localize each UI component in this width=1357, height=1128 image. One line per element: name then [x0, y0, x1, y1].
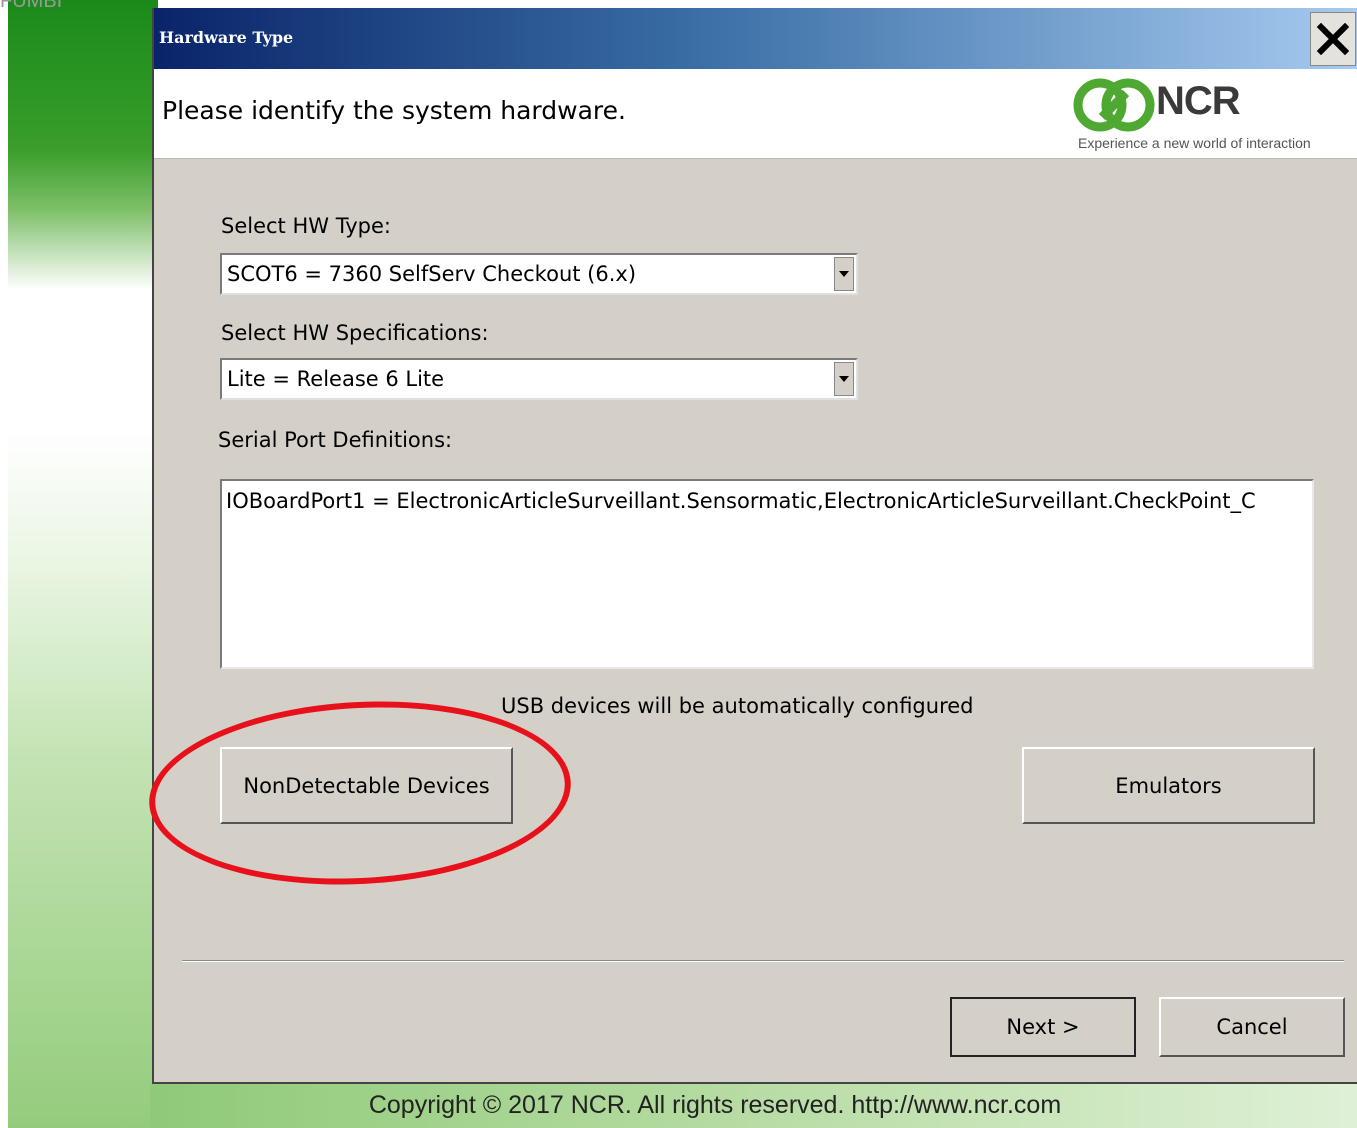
hardware-type-dialog: Hardware Type Please identify the system… [152, 8, 1357, 1084]
copyright-text: Copyright © 2017 NCR. All rights reserve… [368, 1091, 1062, 1119]
ncr-logo-icon [1073, 78, 1155, 132]
close-button[interactable] [1310, 12, 1356, 66]
hw-type-value: SCOT6 = 7360 SelfServ Checkout (6.x) [227, 262, 637, 286]
chevron-down-icon [839, 376, 849, 382]
usb-note: USB devices will be automatically config… [501, 694, 974, 718]
window-title: Hardware Type [159, 28, 294, 47]
title-bar[interactable]: Hardware Type [154, 8, 1357, 69]
serial-port-value: IOBoardPort1 = ElectronicArticleSurveill… [226, 489, 1256, 513]
emulators-button[interactable]: Emulators [1022, 747, 1315, 824]
hw-spec-dropdown-button[interactable] [834, 362, 854, 396]
hw-spec-select[interactable]: Lite = Release 6 Lite [220, 358, 858, 400]
serial-port-textarea[interactable]: IOBoardPort1 = ElectronicArticleSurveill… [220, 479, 1314, 669]
hw-type-select[interactable]: SCOT6 = 7360 SelfServ Checkout (6.x) [220, 253, 858, 295]
hw-spec-value: Lite = Release 6 Lite [227, 367, 445, 391]
hw-spec-label: Select HW Specifications: [221, 321, 489, 345]
header-prompt: Please identify the system hardware. [162, 96, 626, 125]
corner-text: FUMBI [0, 0, 63, 12]
next-button[interactable]: Next > [950, 997, 1136, 1057]
cancel-button[interactable]: Cancel [1159, 997, 1345, 1057]
logo-name: NCR [1156, 79, 1241, 123]
ncr-logo: NCR Experience a new world of interactio… [1072, 77, 1352, 157]
close-x-icon [1317, 23, 1349, 55]
header-panel: Please identify the system hardware. NCR… [154, 69, 1357, 159]
hw-type-dropdown-button[interactable] [834, 257, 854, 291]
separator [182, 960, 1344, 962]
nondetectable-devices-button[interactable]: NonDetectable Devices [220, 747, 513, 824]
chevron-down-icon [839, 271, 849, 277]
desktop-background [8, 0, 158, 1128]
serial-port-label: Serial Port Definitions: [218, 428, 453, 452]
hw-type-label: Select HW Type: [221, 214, 391, 238]
logo-tagline: Experience a new world of interaction [1078, 135, 1311, 151]
